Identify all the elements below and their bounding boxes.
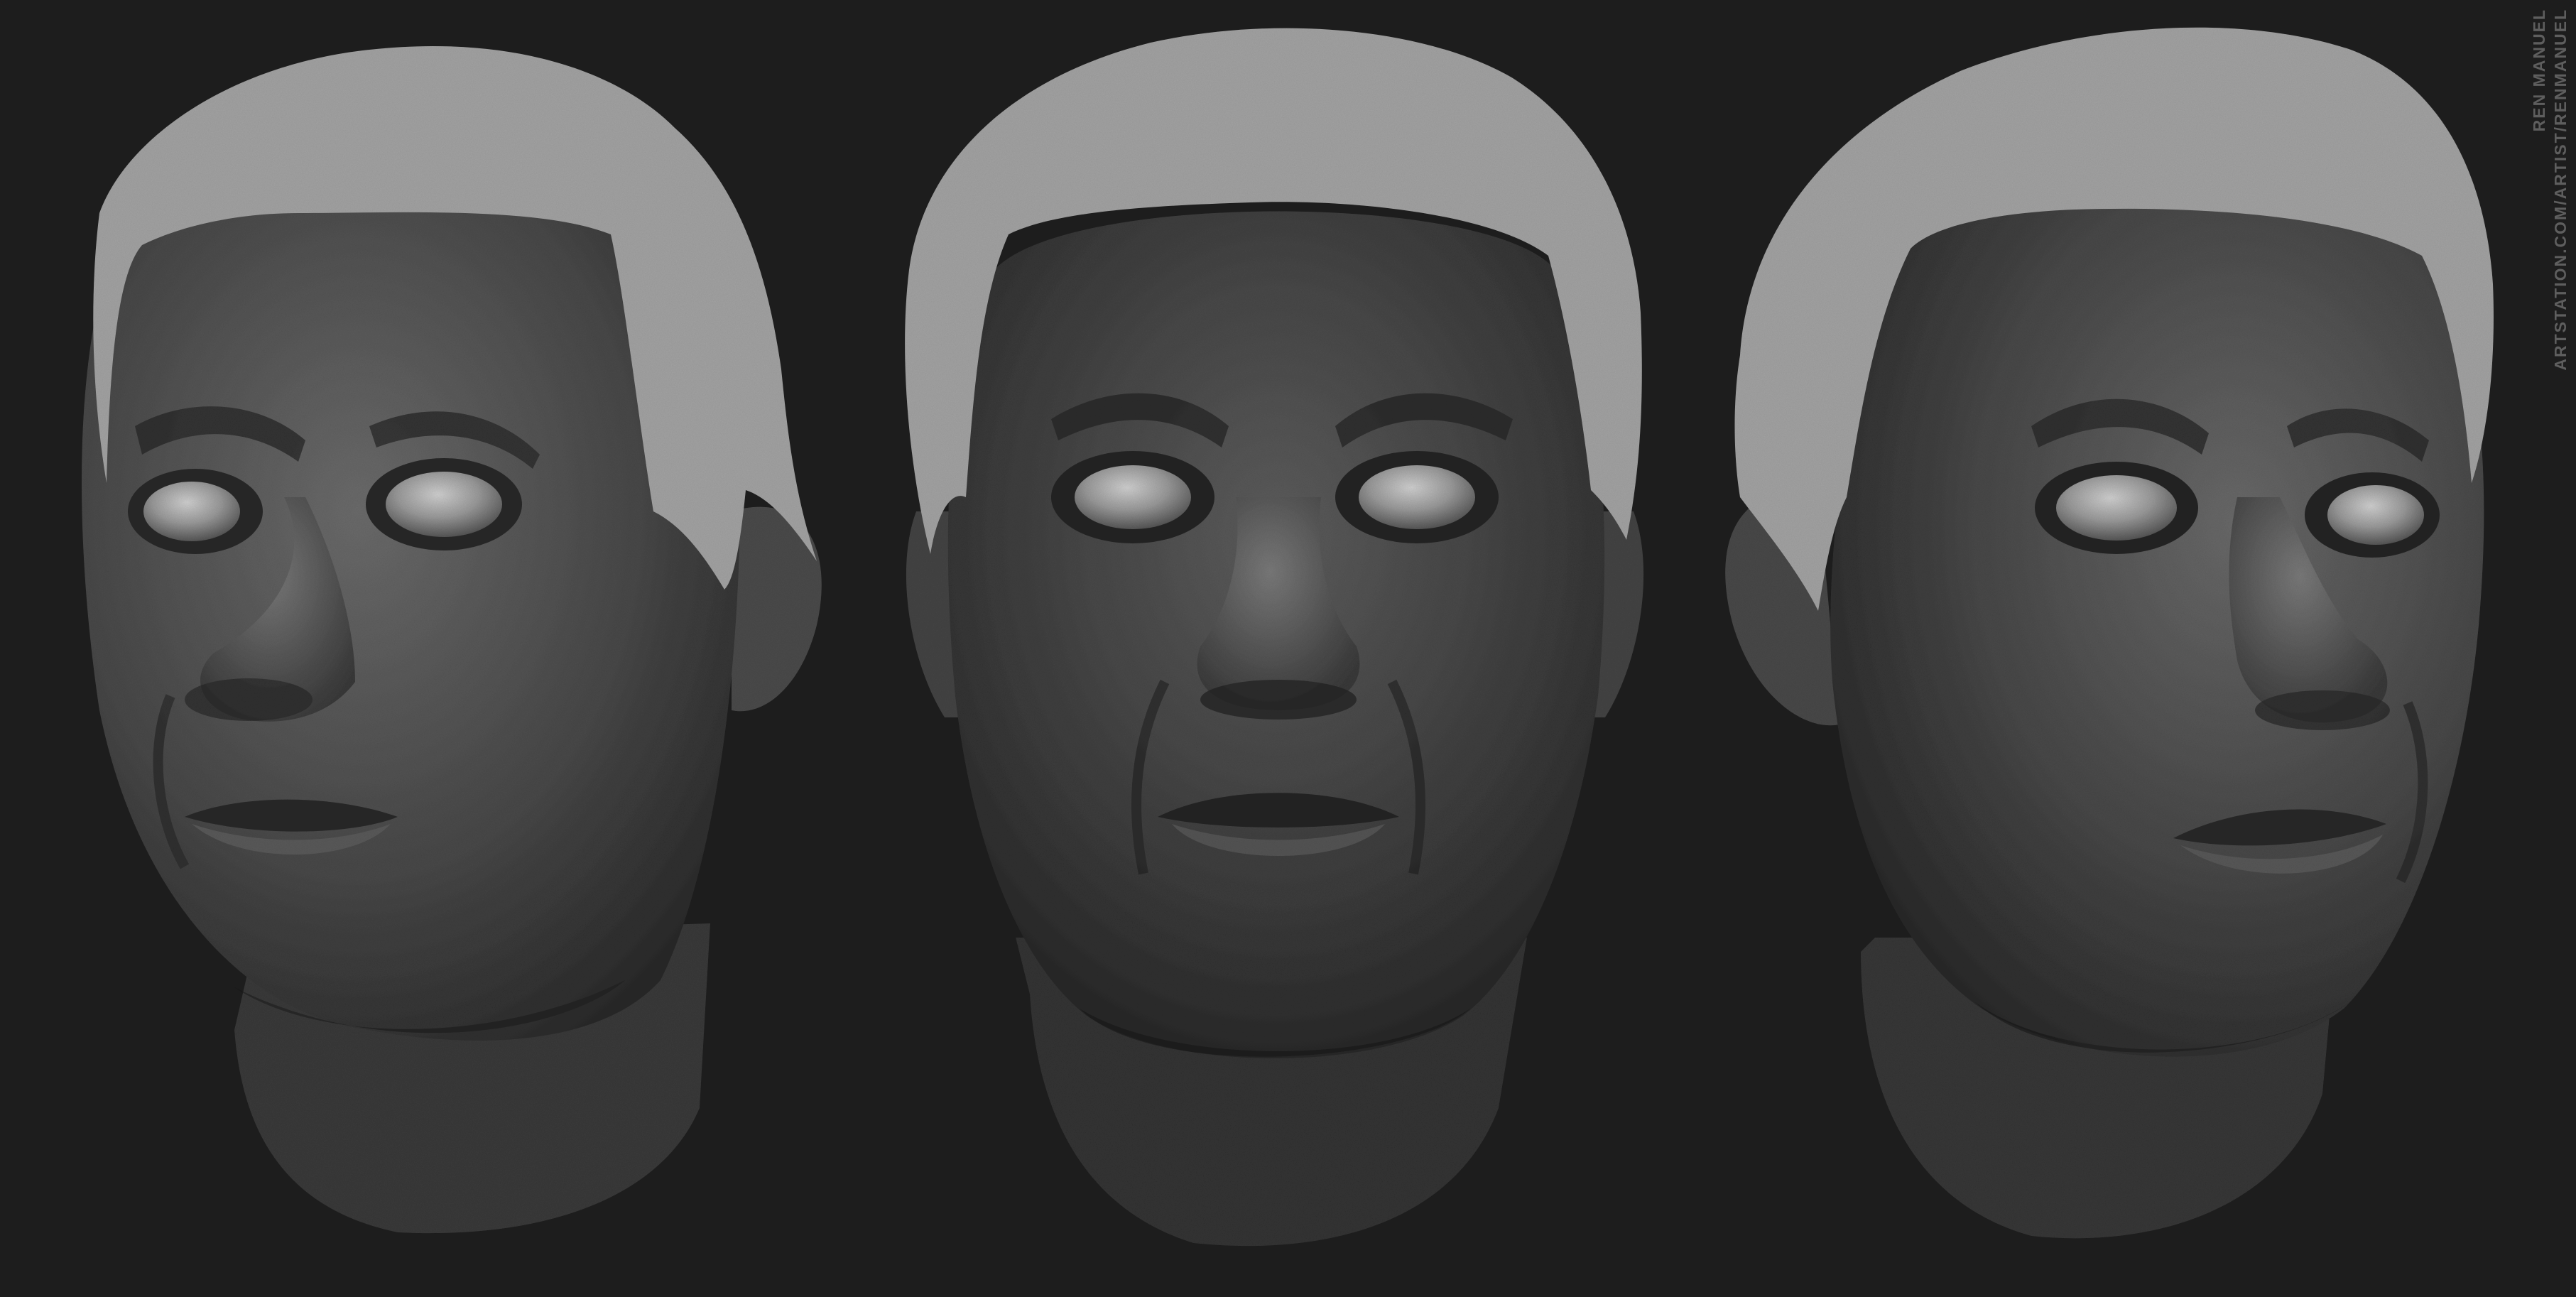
eye-left (143, 482, 240, 541)
eye-left (1075, 465, 1191, 529)
eye-right (2327, 485, 2424, 545)
face (1830, 196, 2484, 1057)
eye-right (1359, 465, 1475, 529)
eye-left (2056, 475, 2177, 541)
sculpt-render-canvas (0, 0, 2576, 1297)
eye-right (386, 472, 502, 537)
